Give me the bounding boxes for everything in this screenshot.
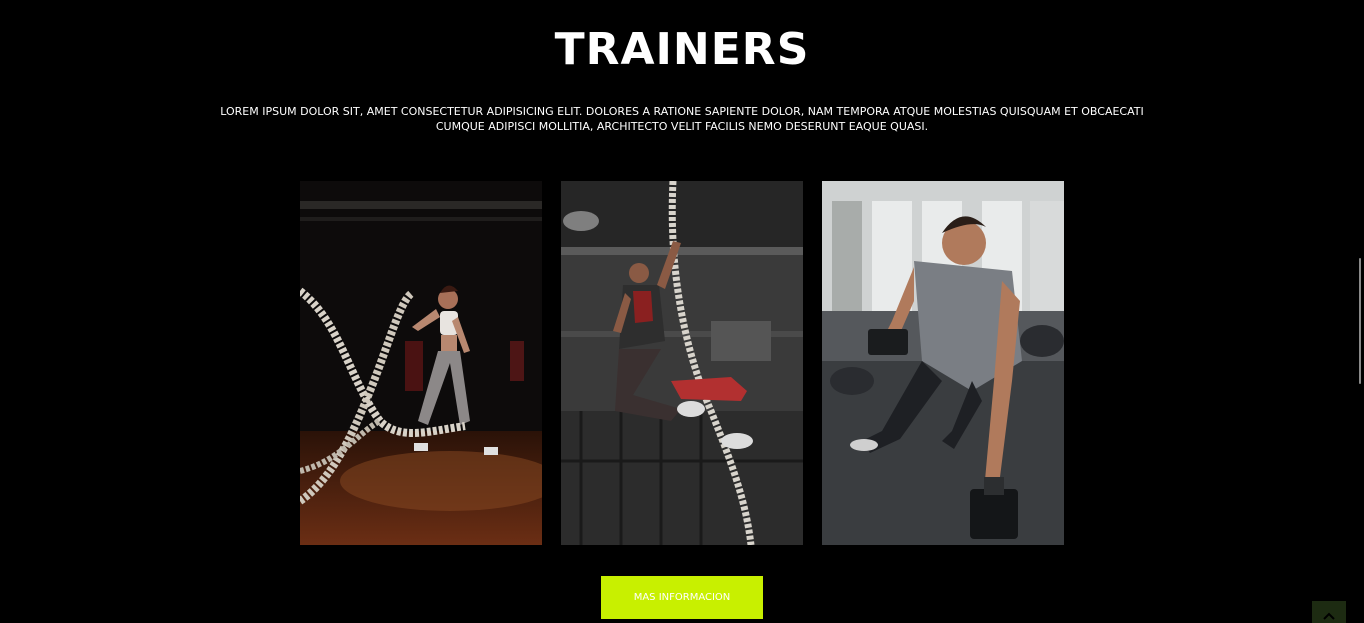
dumbbell-image [822,181,1064,545]
battle-ropes-image [300,181,542,545]
trainer-photo-battle-ropes [300,181,542,545]
trainer-photo-dumbbell [822,181,1064,545]
trainer-photo-rope-climb [561,181,803,545]
rope-climb-image [561,181,803,545]
section-description: LOREM IPSUM DOLOR SIT, AMET CONSECTETUR … [220,105,1144,133]
more-info-button[interactable]: MAS INFORMACION [601,576,763,619]
page-scrollbar[interactable] [1359,258,1361,384]
chevron-up-icon [1323,612,1335,620]
trainers-page: TRAINERS LOREM IPSUM DOLOR SIT, AMET CON… [0,0,1364,623]
section-title: TRAINERS [554,24,810,75]
back-to-top-button[interactable] [1312,601,1346,623]
